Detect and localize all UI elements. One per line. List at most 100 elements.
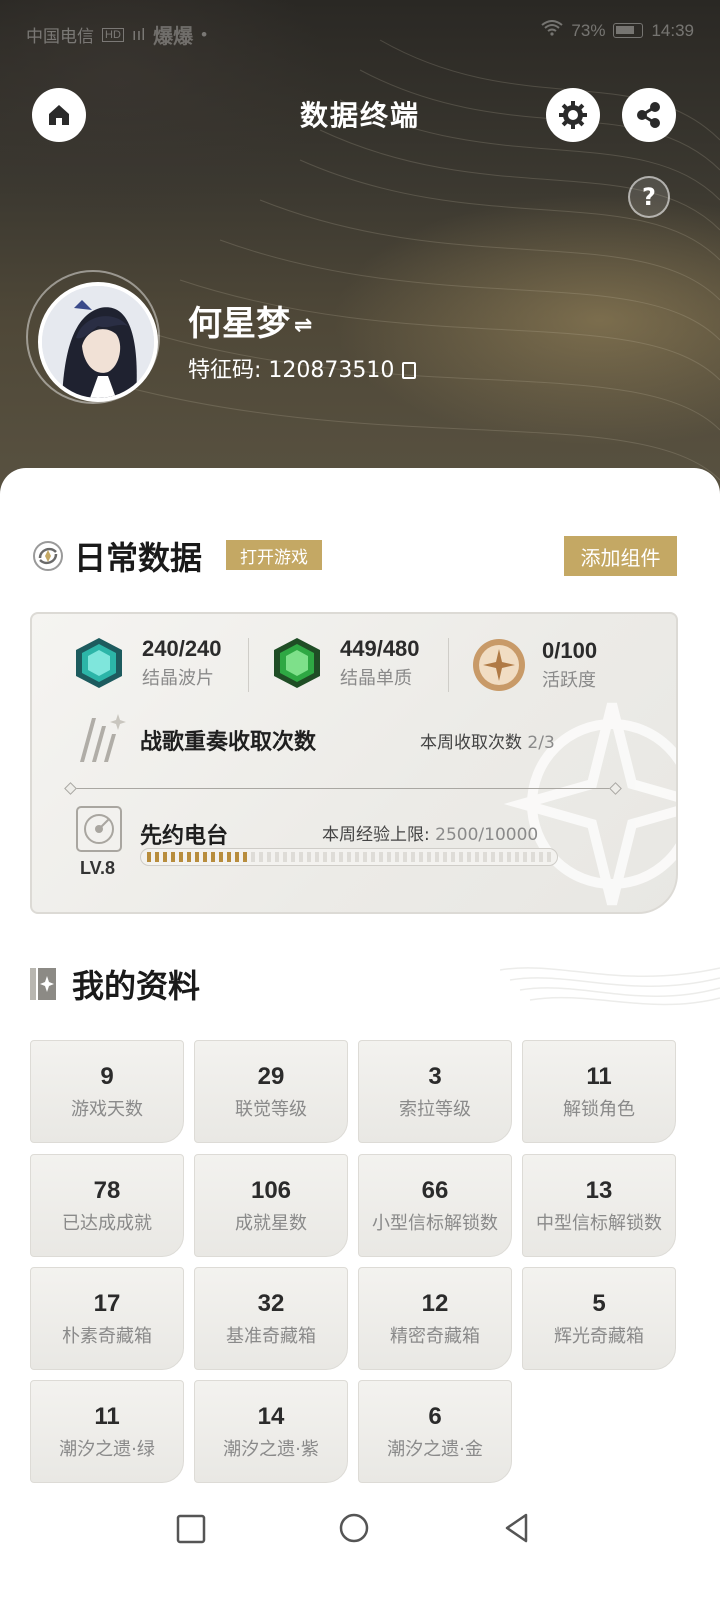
profile-stat-value: 3: [428, 1062, 442, 1090]
profile-stat-value: 78: [93, 1176, 121, 1204]
profile-stat-label: 解锁角色: [563, 1098, 635, 1120]
system-navigation-bar: [0, 1492, 720, 1600]
profile-stat-value: 17: [93, 1289, 121, 1317]
daily-data-title: 日常数据: [74, 539, 203, 577]
username: 何星梦 ⇌: [188, 296, 312, 345]
profile-stat-value: 9: [100, 1062, 114, 1090]
status-bar: 中国电信 HD ııl 爆爆 • 73% 14:39: [0, 0, 720, 60]
radio-exp-cap-label: 本周经验上限:: [322, 825, 430, 845]
profile-stat-label: 辉光奇藏箱: [554, 1325, 644, 1347]
card-watermark-emblem: [503, 702, 676, 906]
back-triangle-icon[interactable]: [502, 1512, 532, 1544]
profile-stat-cell: 6 潮汐之遗·金: [358, 1380, 512, 1483]
radio-icon: [76, 806, 122, 852]
profile-stat-cell: 32 基准奇藏箱: [194, 1267, 348, 1370]
profile-stat-label: 潮汐之遗·紫: [223, 1438, 319, 1460]
profile-stat-label: 基准奇藏箱: [226, 1325, 316, 1347]
battle-song-count-value: 2/3: [527, 733, 555, 753]
add-widget-button[interactable]: 添加组件: [564, 536, 677, 576]
share-icon: [637, 102, 660, 128]
profile-stat-cell: 13 中型信标解锁数: [522, 1154, 676, 1257]
profile-stat-value: 12: [421, 1289, 449, 1317]
profile-stat-cell: 29 联觉等级: [194, 1040, 348, 1143]
profile-stat-value: 66: [421, 1176, 449, 1204]
uid-text: 特征码: 120873510: [188, 358, 395, 383]
profile-stat-label: 已达成成就: [62, 1212, 152, 1234]
battle-song-title: 战歌重奏收取次数: [140, 730, 317, 755]
copy-icon[interactable]: [402, 362, 417, 379]
signal-icon: ııl: [131, 24, 146, 44]
hd-badge: HD: [102, 27, 124, 42]
wifi-icon: [541, 20, 564, 41]
profile-stat-value: 14: [257, 1402, 285, 1430]
stat-activity: 0/100 活跃度: [470, 636, 597, 694]
green-crystal-icon: [274, 638, 320, 688]
profile-stat-cell: 9 游戏天数: [30, 1040, 184, 1143]
profile-stat-cell: 78 已达成成就: [30, 1154, 184, 1257]
avatar[interactable]: [38, 282, 158, 402]
home-circle-icon[interactable]: [338, 1512, 370, 1544]
profile-stat-label: 潮汐之遗·金: [387, 1438, 483, 1460]
switch-account-icon[interactable]: ⇌: [294, 313, 312, 338]
progress-track: [147, 852, 551, 862]
profile-stat-value: 11: [586, 1062, 612, 1090]
profile-stat-label: 精密奇藏箱: [390, 1325, 480, 1347]
help-button[interactable]: ?: [628, 176, 670, 218]
profile-stat-value: 11: [94, 1402, 120, 1430]
profile-stat-cell: 106 成就星数: [194, 1154, 348, 1257]
stat-value: 449/480: [340, 636, 420, 661]
notification-dot: •: [201, 24, 208, 44]
share-button[interactable]: [622, 88, 676, 142]
profile-stat-label: 朴素奇藏箱: [62, 1325, 152, 1347]
profile-stat-label: 索拉等级: [399, 1098, 471, 1120]
stat-value: 240/240: [142, 636, 222, 661]
stat-divider: [448, 638, 449, 692]
profile-stat-value: 13: [585, 1176, 613, 1204]
notification-app-icons: 爆爆: [153, 26, 194, 48]
character-portrait: [42, 286, 154, 398]
topographic-pattern: [99, 39, 720, 481]
profile-stat-label: 成就星数: [235, 1212, 307, 1234]
carrier-label: 中国电信: [26, 27, 94, 46]
cyan-crystal-icon: [76, 638, 122, 688]
stat-crystal-solute: 449/480 结晶单质: [270, 636, 420, 690]
card-divider: [70, 788, 616, 789]
profile-stat-label: 中型信标解锁数: [536, 1212, 662, 1234]
profile-stat-label: 游戏天数: [71, 1098, 143, 1120]
profile-stat-cell: 12 精密奇藏箱: [358, 1267, 512, 1370]
page-title: 数据终端: [299, 99, 420, 132]
profile-stat-label: 联觉等级: [235, 1098, 307, 1120]
daily-data-card: 240/240 结晶波片 449/480 结晶单质 0/100 活跃度 战歌重奏…: [30, 612, 678, 914]
profile-card-icon: [30, 968, 56, 1000]
battle-song-count-label: 本周收取次数: [420, 733, 522, 753]
compass-medal-icon: [473, 639, 525, 691]
settings-button[interactable]: [546, 88, 600, 142]
stat-label: 结晶波片: [142, 668, 214, 689]
profile-stat-cell: 14 潮汐之遗·紫: [194, 1380, 348, 1483]
battery-icon: [613, 23, 644, 38]
profile-stat-cell: 3 索拉等级: [358, 1040, 512, 1143]
battle-song-count: 本周收取次数 2/3: [420, 728, 555, 753]
my-profile-title: 我的资料: [72, 967, 201, 1005]
my-profile-header: 我的资料: [30, 962, 200, 1006]
stat-crystal-wafer: 240/240 结晶波片: [72, 636, 222, 690]
section-wave-decoration: [500, 967, 720, 1006]
stat-label: 活跃度: [542, 670, 596, 691]
recents-square-icon[interactable]: [176, 1514, 206, 1544]
profile-stat-cell: 11 解锁角色: [522, 1040, 676, 1143]
gear-icon: [559, 101, 587, 129]
radio-exp-cap-value: 2500/10000: [435, 825, 539, 845]
open-game-button[interactable]: 打开游戏: [226, 540, 322, 570]
profile-stat-value: 32: [257, 1289, 285, 1317]
player-uid: 特征码: 120873510: [188, 352, 417, 384]
profile-stat-cell: 66 小型信标解锁数: [358, 1154, 512, 1257]
username-text: 何星梦: [188, 304, 290, 344]
daily-data-header: 日常数据: [30, 534, 202, 578]
progress-fill: [147, 852, 248, 862]
stat-label: 结晶单质: [340, 668, 412, 689]
profile-stat-value: 29: [257, 1062, 285, 1090]
profile-header-background: [0, 0, 720, 520]
radio-title: 先约电台: [140, 824, 229, 849]
refresh-sync-icon: [33, 541, 63, 571]
stat-value: 0/100: [542, 638, 598, 663]
